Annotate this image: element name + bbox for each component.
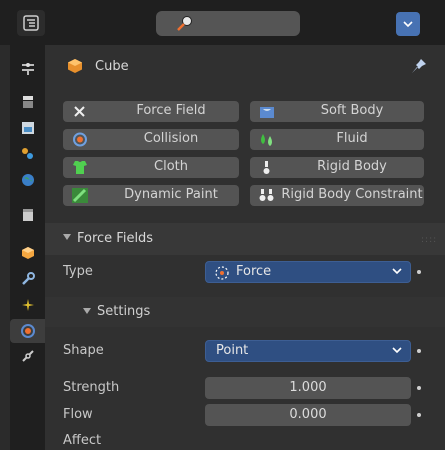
physics-icon bbox=[20, 324, 35, 338]
shape-value: Point bbox=[216, 343, 249, 358]
object-icon bbox=[22, 247, 34, 259]
tab-output[interactable] bbox=[16, 116, 40, 140]
particles-icon bbox=[22, 299, 34, 311]
dynamic-paint-button[interactable]: Dynamic Paint bbox=[63, 185, 239, 206]
chevron-down-icon bbox=[392, 268, 402, 275]
search-input[interactable] bbox=[156, 11, 300, 36]
keyframe-dot[interactable] bbox=[417, 413, 421, 417]
x-icon bbox=[74, 106, 85, 117]
rigid-body-icon bbox=[263, 161, 270, 174]
tab-collection[interactable] bbox=[16, 203, 40, 227]
chevron-down-icon bbox=[392, 347, 402, 354]
force-field-label: Force Field bbox=[136, 103, 206, 118]
collection-icon bbox=[23, 209, 33, 221]
cube-icon bbox=[68, 59, 82, 73]
properties-editor-icon bbox=[23, 15, 39, 31]
editor-type-button[interactable] bbox=[17, 10, 45, 36]
collision-button[interactable]: Collision bbox=[63, 129, 239, 150]
output-icon bbox=[22, 122, 34, 134]
rigid-body-button[interactable]: Rigid Body bbox=[250, 157, 424, 178]
tab-tool[interactable] bbox=[16, 57, 40, 81]
drag-grip-icon[interactable]: :::: bbox=[421, 235, 437, 245]
cloth-button[interactable]: Cloth bbox=[63, 157, 239, 178]
keyframe-dot[interactable] bbox=[417, 270, 421, 274]
world-icon bbox=[22, 174, 34, 186]
rigid-body-constraint-button[interactable]: Rigid Body Constraint bbox=[250, 185, 424, 206]
cloth-icon bbox=[73, 161, 87, 174]
type-label: Type bbox=[63, 264, 93, 279]
view-layer-icon bbox=[22, 148, 33, 159]
collision-label: Collision bbox=[143, 131, 199, 146]
properties-tabs bbox=[10, 45, 45, 450]
soft-body-icon bbox=[260, 107, 274, 118]
settings-panel-header[interactable]: Settings bbox=[45, 297, 445, 327]
tab-world[interactable] bbox=[16, 168, 40, 192]
tab-render[interactable] bbox=[16, 90, 40, 114]
shape-dropdown[interactable]: Point bbox=[205, 340, 411, 362]
properties-panel: Cube Force Field Soft Body Collision Flu… bbox=[45, 45, 445, 450]
force-fields-panel-header[interactable]: Force Fields :::: bbox=[45, 223, 445, 255]
wrench-icon bbox=[22, 272, 35, 285]
soft-body-label: Soft Body bbox=[320, 103, 384, 118]
tab-modifiers[interactable] bbox=[16, 267, 40, 291]
properties-header bbox=[0, 0, 445, 45]
rigid-body-label: Rigid Body bbox=[317, 159, 387, 174]
force-fields-title: Force Fields bbox=[77, 231, 154, 246]
settings-title: Settings bbox=[97, 304, 151, 319]
tab-object[interactable] bbox=[16, 241, 40, 265]
options-dropdown-button[interactable] bbox=[396, 12, 420, 36]
rigid-body-constraint-label: Rigid Body Constraint bbox=[281, 187, 423, 202]
collapse-triangle-icon bbox=[63, 234, 71, 240]
fluid-label: Fluid bbox=[336, 131, 368, 146]
tool-icon bbox=[22, 63, 34, 75]
fluid-icon bbox=[261, 134, 272, 146]
object-context-header: Cube bbox=[45, 45, 445, 90]
keyframe-dot[interactable] bbox=[417, 349, 421, 353]
force-field-icon bbox=[215, 266, 229, 280]
fluid-button[interactable]: Fluid bbox=[250, 129, 424, 150]
render-icon bbox=[23, 96, 33, 108]
dynamic-paint-label: Dynamic Paint bbox=[124, 187, 218, 202]
dynamic-paint-icon bbox=[72, 188, 88, 203]
strength-field[interactable]: 1.000 bbox=[205, 377, 411, 399]
shape-label: Shape bbox=[63, 343, 104, 358]
tab-constraints[interactable] bbox=[16, 345, 40, 369]
tab-particles[interactable] bbox=[16, 293, 40, 317]
pin-icon[interactable] bbox=[411, 58, 427, 74]
type-dropdown[interactable]: Force bbox=[205, 261, 411, 283]
cloth-label: Cloth bbox=[154, 159, 188, 174]
keyframe-dot[interactable] bbox=[417, 386, 421, 390]
search-icon bbox=[177, 16, 192, 31]
type-value: Force bbox=[236, 264, 272, 279]
flow-label: Flow bbox=[63, 407, 93, 422]
chevron-down-icon bbox=[403, 21, 413, 28]
flow-field[interactable]: 0.000 bbox=[205, 404, 411, 426]
soft-body-button[interactable]: Soft Body bbox=[250, 101, 424, 122]
affect-label: Affect bbox=[63, 433, 102, 448]
collapse-triangle-icon bbox=[83, 308, 91, 314]
strength-label: Strength bbox=[63, 380, 120, 395]
tab-physics[interactable] bbox=[10, 319, 45, 343]
constraint-icon bbox=[22, 350, 34, 362]
rigid-body-constraint-icon bbox=[259, 189, 274, 201]
tab-view-layer[interactable] bbox=[16, 142, 40, 166]
force-field-button[interactable]: Force Field bbox=[63, 101, 239, 122]
collision-icon bbox=[73, 132, 87, 147]
object-name: Cube bbox=[95, 59, 129, 74]
